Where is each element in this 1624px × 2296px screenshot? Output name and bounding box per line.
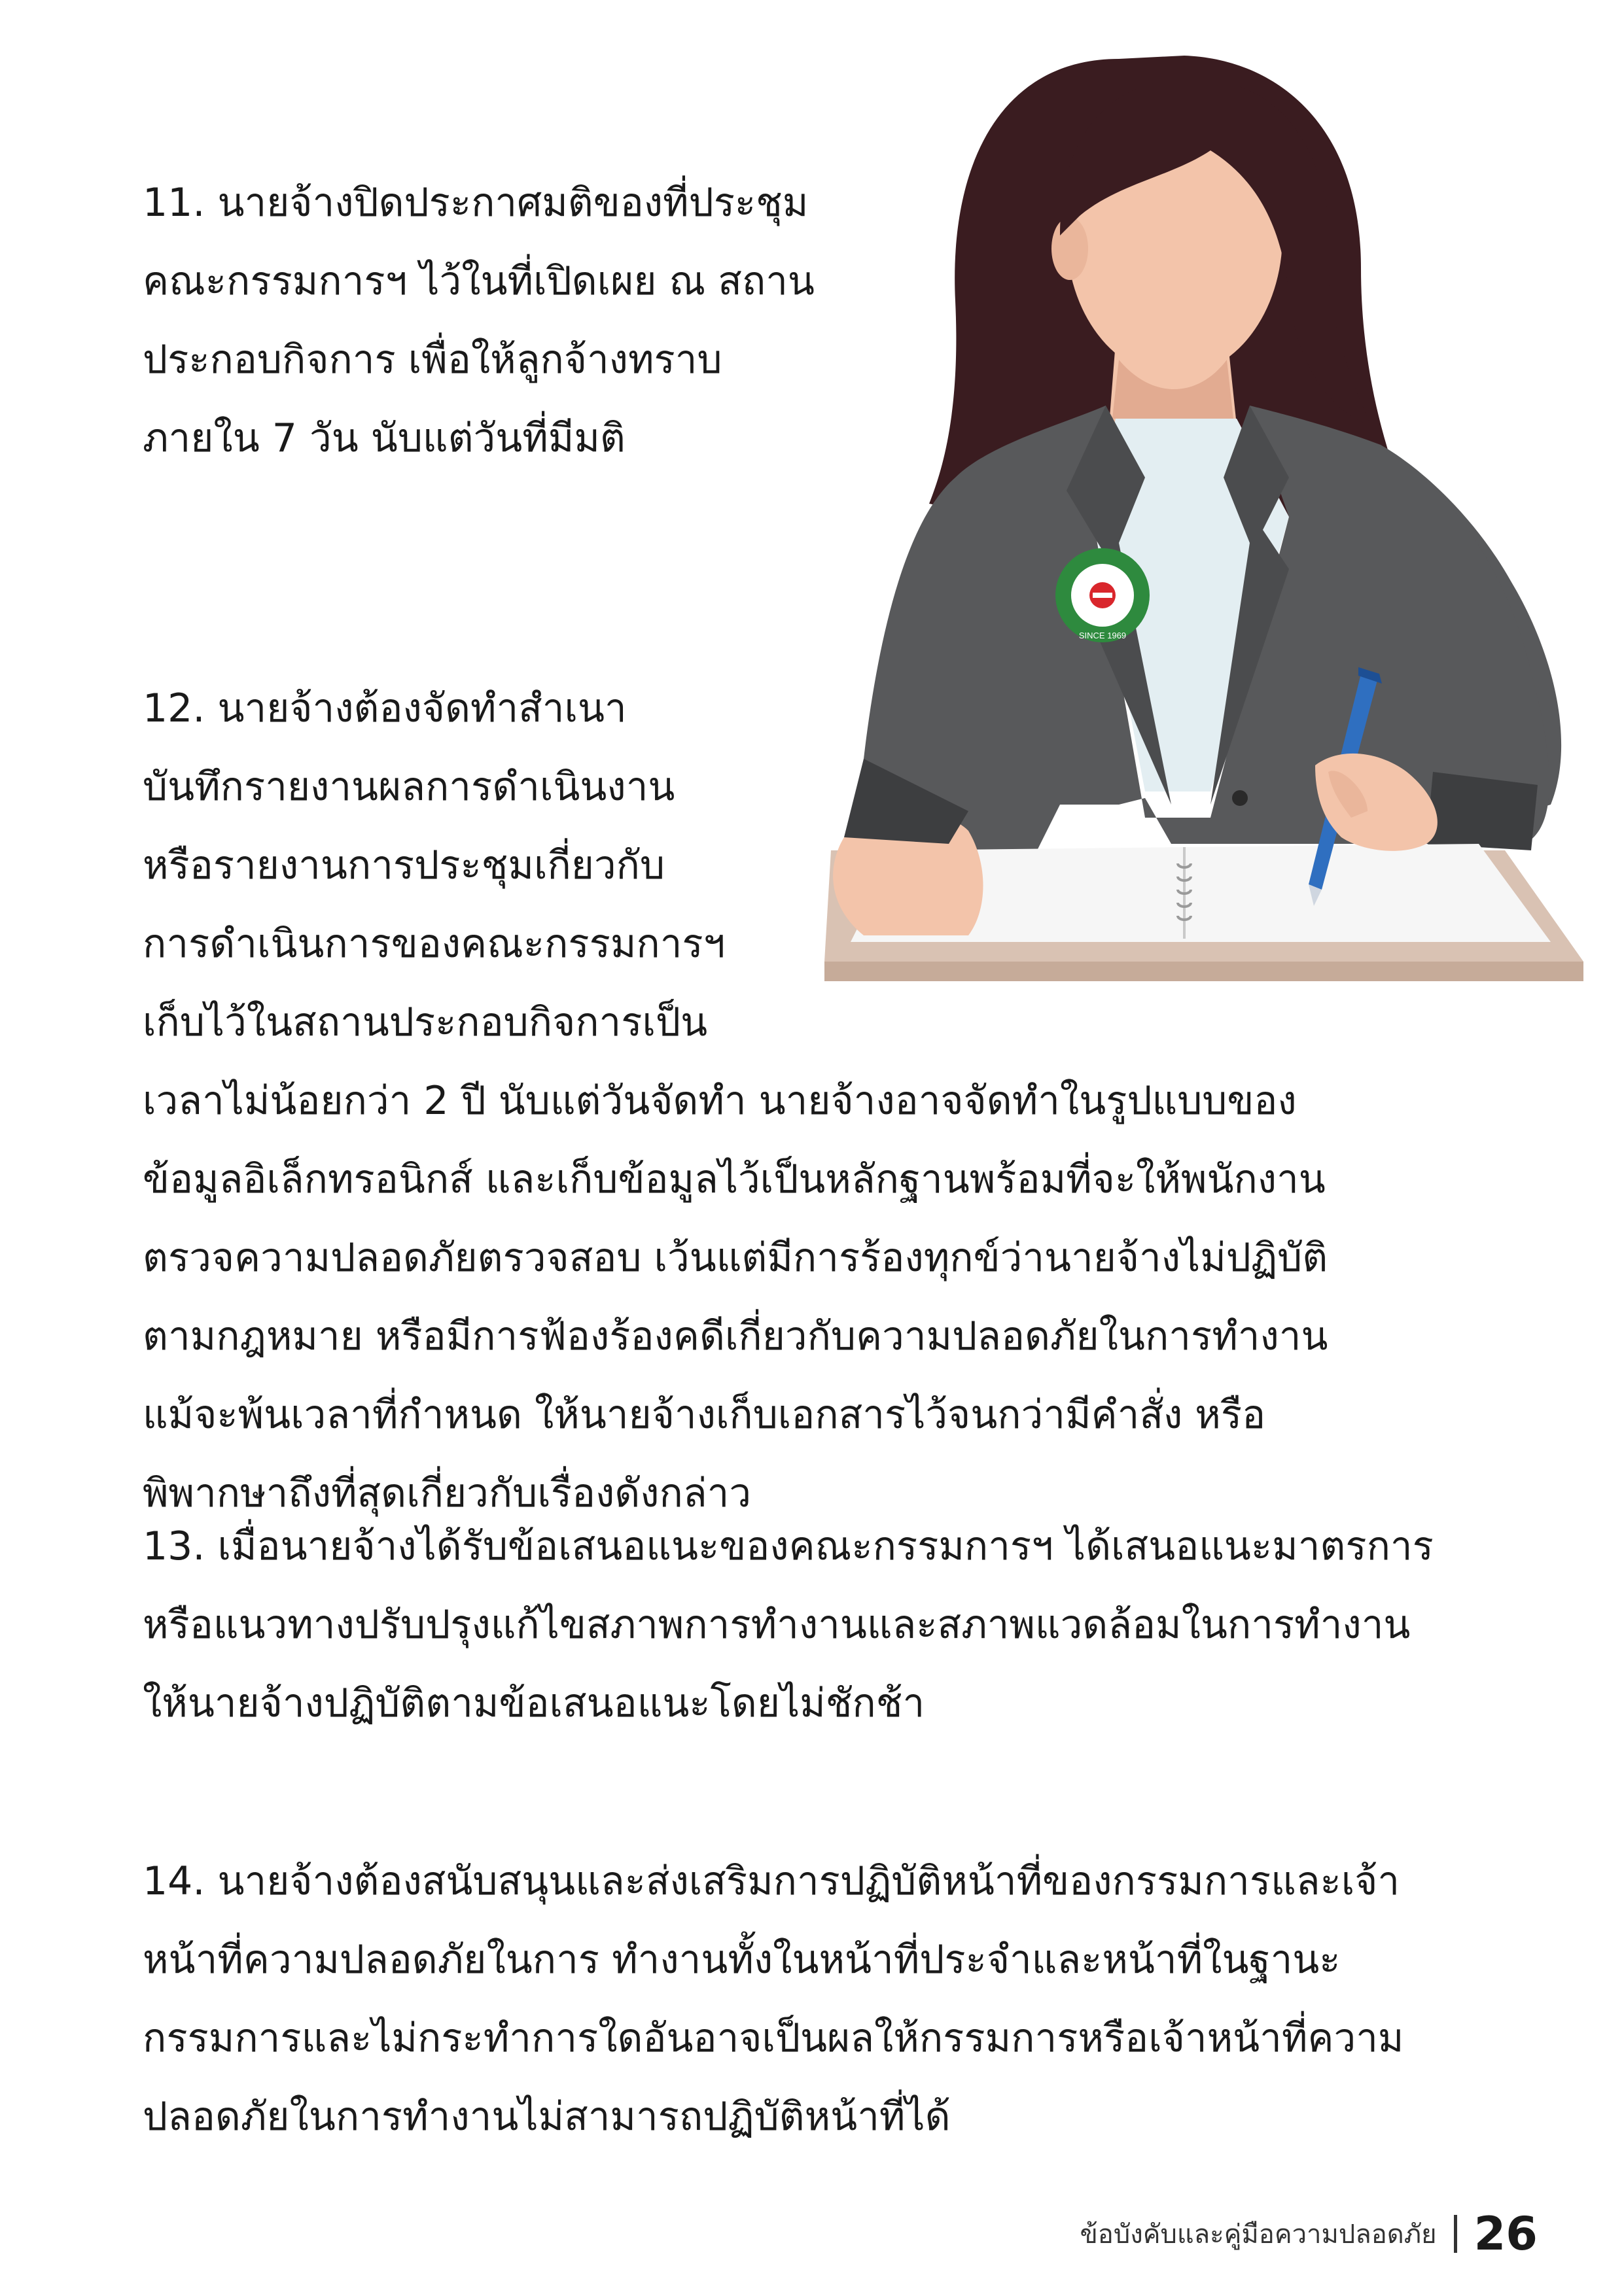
paragraph-line: 11. นายจ้างปิดประกาศมติของที่ประชุม <box>143 180 809 226</box>
paragraph-line: 13. เมื่อนายจ้างได้รับข้อเสนอแนะของคณะกร… <box>143 1523 1434 1569</box>
paragraph-line: เวลาไม่น้อยกว่า 2 ปี นับแต่วันจัดทำ นายจ… <box>143 1078 1297 1124</box>
footer-divider <box>1453 2215 1457 2253</box>
desk-edge <box>824 962 1583 981</box>
paragraph-line: กรรมการและไม่กระทำการใดอันอาจเป็นผลให้กร… <box>143 2015 1404 2061</box>
paragraph-line: แม้จะพ้นเวลาที่กำหนด ให้นายจ้างเก็บเอกสา… <box>143 1392 1266 1438</box>
woman-writing-illustration: SINCE 1969 <box>824 56 1583 981</box>
paragraph-line: คณะกรรมการฯ ไว้ในที่เปิดเผย ณ สถาน <box>143 258 815 304</box>
badge-text: SINCE 1969 <box>1079 631 1126 640</box>
paragraph-line: ตรวจความปลอดภัยตรวจสอบ เว้นแต่มีการร้องท… <box>143 1235 1328 1281</box>
footer-title: ข้อบังคับและคู่มือความปลอดภัย <box>1080 2219 1437 2250</box>
paragraph-14: 14. นายจ้างต้องสนับสนุนและส่งเสริมการปฏิ… <box>143 1842 1403 2156</box>
jacket-button <box>1232 790 1248 806</box>
sleeve-cuff <box>1426 772 1538 850</box>
paragraph-line: 14. นายจ้างต้องสนับสนุนและส่งเสริมการปฏิ… <box>143 1858 1400 1904</box>
paragraph-line: ข้อมูลอิเล็กทรอนิกส์ และเก็บข้อมูลไว้เป็… <box>143 1157 1326 1202</box>
paragraph-11: 11. นายจ้างปิดประกาศมติของที่ประชุม คณะก… <box>143 164 815 478</box>
paragraph-line: ภายใน 7 วัน นับแต่วันที่มีมติ <box>143 415 626 461</box>
paragraph-line: หน้าที่ความปลอดภัยในการ ทำงานทั้งในหน้าท… <box>143 1937 1341 1983</box>
page-number: 26 <box>1474 2207 1538 2261</box>
paragraph-13: 13. เมื่อนายจ้างได้รับข้อเสนอแนะของคณะกร… <box>143 1507 1434 1743</box>
paragraph-line: ให้นายจ้างปฏิบัติตามข้อเสนอแนะโดยไม่ชักช… <box>143 1680 925 1726</box>
paragraph-line: หรือแนวทางปรับปรุงแก้ไขสภาพการทำงานและสภ… <box>143 1602 1411 1648</box>
paragraph-line: ตามกฎหมาย หรือมีการฟ้องร้องคดีเกี่ยวกับค… <box>143 1313 1328 1359</box>
badge-emblem-bar <box>1093 593 1112 598</box>
page-footer: ข้อบังคับและคู่มือความปลอดภัย 26 <box>1080 2198 1538 2270</box>
paragraph-line: ประกอบกิจการ เพื่อให้ลูกจ้างทราบ <box>143 337 722 383</box>
paragraph-line: ปลอดภัยในการทำงานไม่สามารถปฏิบัติหน้าที่… <box>143 2094 951 2140</box>
ear <box>1051 217 1088 280</box>
